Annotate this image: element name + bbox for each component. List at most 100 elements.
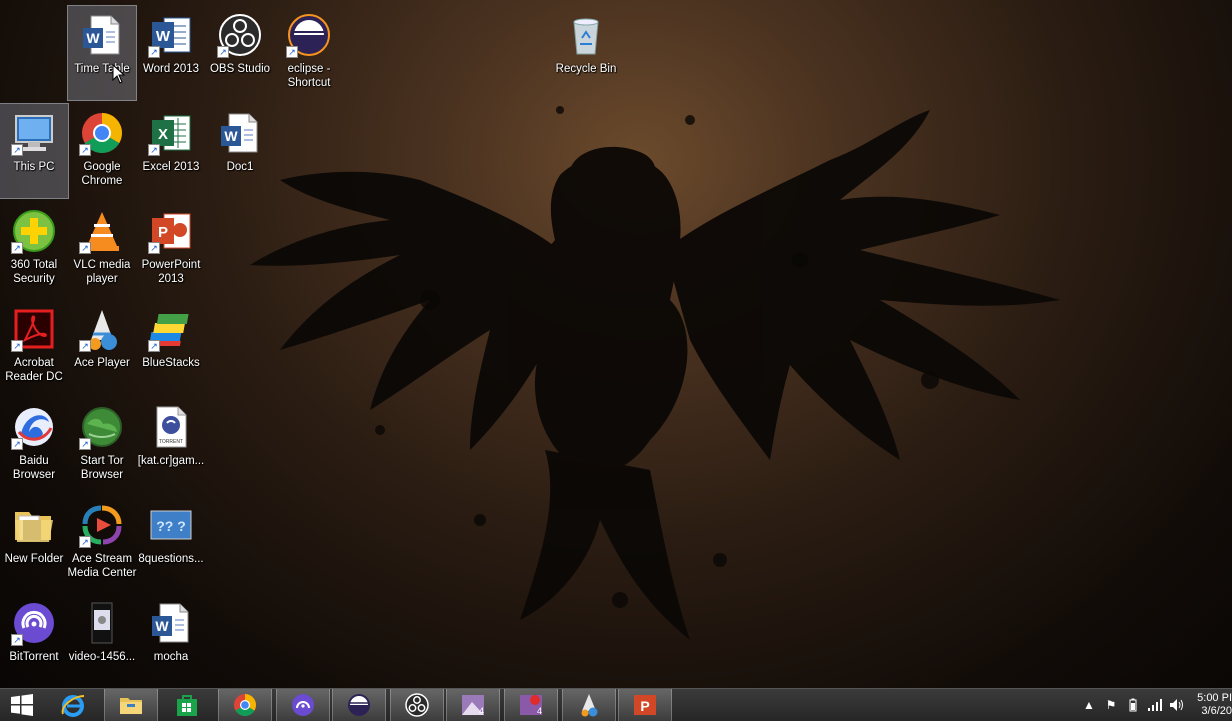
desktop-icon-label: This PC	[13, 161, 55, 173]
taskbar-button-eclipse[interactable]	[332, 689, 386, 721]
desktop-icon-baidu[interactable]: ↗ Baidu Browser	[0, 398, 68, 492]
taskbar-button-powerpoint[interactable]: P	[618, 689, 672, 721]
battery-icon[interactable]	[1122, 689, 1144, 721]
folder-icon	[11, 502, 57, 548]
taskbar-button-file-explorer[interactable]	[104, 689, 158, 721]
desktop-icon-word[interactable]: W ↗ Word 2013	[137, 6, 205, 100]
desktop-icon-torrent-file[interactable]: TORRENT [kat.cr]gam...	[137, 398, 205, 492]
video-file-icon	[79, 600, 125, 646]
desktop-icon-label: BlueStacks	[142, 357, 200, 369]
desktop-icon-tor[interactable]: ↗ Start Tor Browser	[68, 398, 136, 492]
recycle-bin-icon	[563, 12, 609, 58]
signal-icon[interactable]	[1144, 689, 1166, 721]
shortcut-arrow-icon: ↗	[79, 242, 91, 254]
desktop-icon-acrobat[interactable]: ↗ Acrobat Reader DC	[0, 300, 68, 394]
bittorrent-icon: ↗	[11, 600, 57, 646]
mouse-cursor-icon	[112, 64, 126, 84]
bittorrent-icon	[290, 692, 316, 718]
svg-text:P: P	[158, 224, 168, 241]
eclipse-icon: ↗	[286, 12, 332, 58]
desktop-icon-folder[interactable]: New Folder	[0, 496, 68, 590]
word-icon: W ↗	[148, 12, 194, 58]
shortcut-arrow-icon: ↗	[11, 340, 23, 352]
word-document-icon: W	[148, 600, 194, 646]
ace-player-icon: ↗	[79, 306, 125, 352]
desktop-icon-label: OBS Studio	[209, 63, 271, 75]
obs-icon	[404, 692, 430, 718]
desktop-icon-vlc[interactable]: ↗ VLC media player	[68, 202, 136, 296]
image-file-icon: ?? ?	[148, 502, 194, 548]
taskbar-button-store[interactable]	[160, 689, 214, 721]
shortcut-arrow-icon: ↗	[79, 340, 91, 352]
desktop-icon-label: Ace Player	[74, 357, 130, 369]
desktop-icon-label: Baidu Browser	[12, 455, 56, 481]
desktop-icon-label: mocha	[153, 651, 189, 663]
start-button[interactable]	[0, 689, 44, 721]
taskbar-button-app-4[interactable]: 4	[446, 689, 500, 721]
desktop-icon-image-file[interactable]: ?? ? 8questions...	[137, 496, 205, 590]
desktop-icon-label: Doc1	[226, 161, 254, 173]
svg-text:?? ?: ?? ?	[156, 518, 186, 534]
flag-icon[interactable]: ⚑	[1100, 689, 1122, 721]
taskbar-button-obs[interactable]	[390, 689, 444, 721]
desktop-icon-computer[interactable]: ↗ This PC	[0, 103, 69, 199]
desktop-icon-label: 360 Total Security	[10, 259, 58, 285]
desktop-icons: W Time Table W ↗ Word 2013 ↗ OBS Studio ↗ eclips…	[0, 0, 1232, 688]
desktop-icon-word-document[interactable]: Wmocha	[137, 594, 205, 688]
desktop-icon-video-file[interactable]: video-1456...	[68, 594, 136, 688]
desktop-icon-label: Excel 2013	[142, 161, 200, 173]
powerpoint-icon: P ↗	[148, 208, 194, 254]
ace-stream-icon: ↗	[79, 502, 125, 548]
desktop-icon-word-document[interactable]: W Time Table	[67, 5, 137, 101]
desktop-icon-word-document[interactable]: W Doc1	[206, 104, 274, 198]
svg-text:W: W	[224, 128, 238, 144]
shortcut-arrow-icon: ↗	[79, 144, 91, 156]
shortcut-arrow-icon: ↗	[148, 46, 160, 58]
store-icon	[174, 692, 200, 718]
taskbar-button-chrome[interactable]	[218, 689, 272, 721]
computer-icon: ↗	[11, 110, 57, 156]
desktop-icon-ace-player[interactable]: ↗ Ace Player	[68, 300, 136, 394]
shortcut-arrow-icon: ↗	[79, 438, 91, 450]
desktop-icon-obs[interactable]: ↗ OBS Studio	[206, 6, 274, 100]
shortcut-arrow-icon: ↗	[286, 46, 298, 58]
desktop-icon-ace-stream[interactable]: ↗ Ace Stream Media Center	[67, 496, 137, 590]
shortcut-arrow-icon: ↗	[11, 634, 23, 646]
taskbar-button-app-4-record[interactable]: 4	[504, 689, 558, 721]
taskbar-button-ace-player[interactable]	[562, 689, 616, 721]
desktop-icon-eclipse[interactable]: ↗ eclipse - Shortcut	[275, 6, 343, 100]
desktop-icon-recycle-bin[interactable]: Recycle Bin	[552, 6, 620, 100]
vlc-icon: ↗	[79, 208, 125, 254]
obs-icon: ↗	[217, 12, 263, 58]
desktop-icon-bittorrent[interactable]: ↗ BitTorrent	[0, 594, 68, 688]
shortcut-arrow-icon: ↗	[11, 242, 23, 254]
desktop-icon-label: video-1456...	[68, 651, 136, 663]
desktop-icon-bluestacks[interactable]: ↗ BlueStacks	[137, 300, 205, 394]
svg-text:W: W	[155, 618, 169, 634]
svg-text:P: P	[640, 698, 649, 714]
shortcut-arrow-icon: ↗	[148, 144, 160, 156]
svg-text:TORRENT: TORRENT	[159, 439, 183, 445]
desktop-icon-chrome[interactable]: ↗ Google Chrome	[68, 104, 136, 198]
desktop-icon-powerpoint[interactable]: P ↗ PowerPoint 2013	[137, 202, 205, 296]
chrome-icon: ↗	[79, 110, 125, 156]
shortcut-arrow-icon: ↗	[11, 144, 23, 156]
desktop-icon-excel[interactable]: X ↗ Excel 2013	[137, 104, 205, 198]
show-hidden-icons-icon[interactable]: ▲	[1078, 689, 1100, 721]
svg-text:W: W	[86, 30, 100, 46]
desktop-icon-label: BitTorrent	[9, 651, 59, 663]
desktop-icon-label: Acrobat Reader DC	[5, 357, 63, 383]
svg-text:W: W	[156, 28, 171, 45]
clock-time: 5:00 PI	[1197, 692, 1232, 704]
clock[interactable]: 5:00 PI 3/6/20	[1188, 692, 1232, 718]
desktop-icon-360-security[interactable]: ↗ 360 Total Security	[0, 202, 68, 296]
powerpoint-icon: P	[632, 692, 658, 718]
volume-icon[interactable]	[1166, 689, 1188, 721]
desktop-icon-label: 8questions...	[138, 553, 204, 565]
taskbar-button-internet-explorer[interactable]	[46, 689, 100, 721]
shortcut-arrow-icon: ↗	[148, 340, 160, 352]
desktop-icon-label: Google Chrome	[81, 161, 123, 187]
internet-explorer-icon	[60, 692, 86, 718]
baidu-icon: ↗	[11, 404, 57, 450]
taskbar-button-bittorrent[interactable]	[276, 689, 330, 721]
